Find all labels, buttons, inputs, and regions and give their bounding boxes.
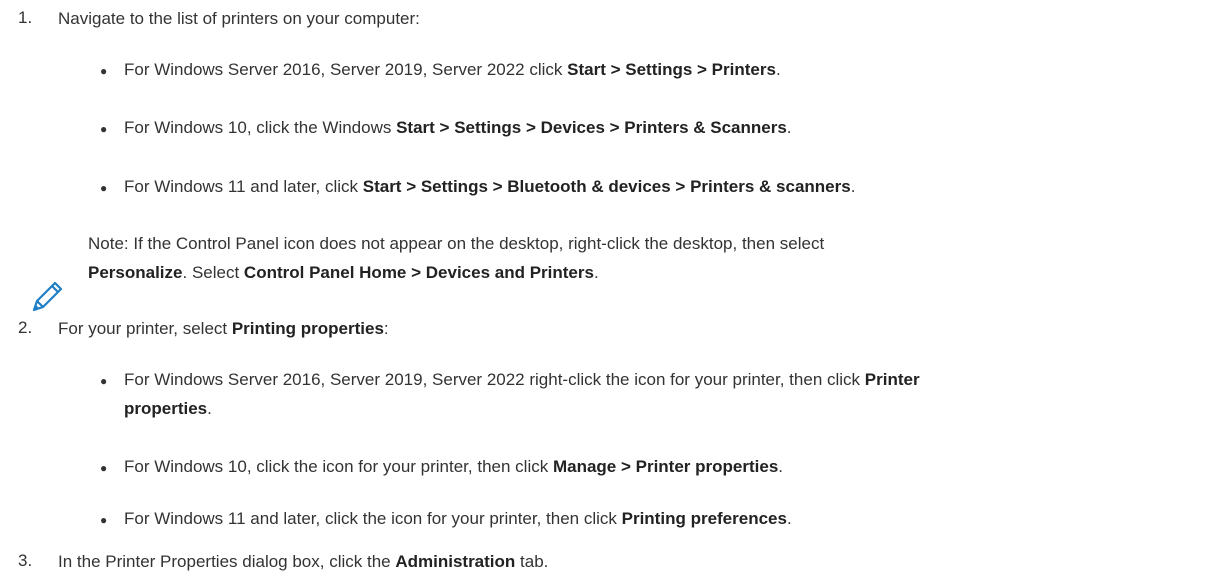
bullet-icon: ●	[100, 374, 108, 388]
step-1-bullet-3: For Windows 11 and later, click Start > …	[124, 177, 856, 196]
pencil-note-icon	[32, 281, 63, 312]
step-2-bullet-1-continued: properties.	[124, 399, 212, 418]
bullet-icon: ●	[100, 122, 108, 136]
step-2-text: For your printer, select Printing proper…	[58, 319, 389, 338]
bullet-icon: ●	[100, 181, 108, 195]
bullet-icon: ●	[100, 64, 108, 78]
step-2-bullet-1: For Windows Server 2016, Server 2019, Se…	[124, 370, 920, 389]
note-line-1: Note: If the Control Panel icon does not…	[88, 234, 825, 253]
step-3-number: 3.	[18, 551, 33, 570]
step-2-number: 2.	[18, 318, 33, 337]
step-3-text: In the Printer Properties dialog box, cl…	[58, 552, 549, 571]
step-1-text: Navigate to the list of printers on your…	[58, 9, 420, 28]
step-1-number: 1.	[18, 8, 33, 27]
step-2-bullet-3: For Windows 11 and later, click the icon…	[124, 509, 792, 528]
note-line-2: Personalize. Select Control Panel Home >…	[88, 263, 599, 282]
step-2-bullet-2: For Windows 10, click the icon for your …	[124, 457, 784, 476]
step-1-bullet-1: For Windows Server 2016, Server 2019, Se…	[124, 60, 781, 79]
bullet-icon: ●	[100, 513, 108, 527]
bullet-icon: ●	[100, 461, 108, 475]
step-1-bullet-2: For Windows 10, click the Windows Start …	[124, 118, 792, 137]
